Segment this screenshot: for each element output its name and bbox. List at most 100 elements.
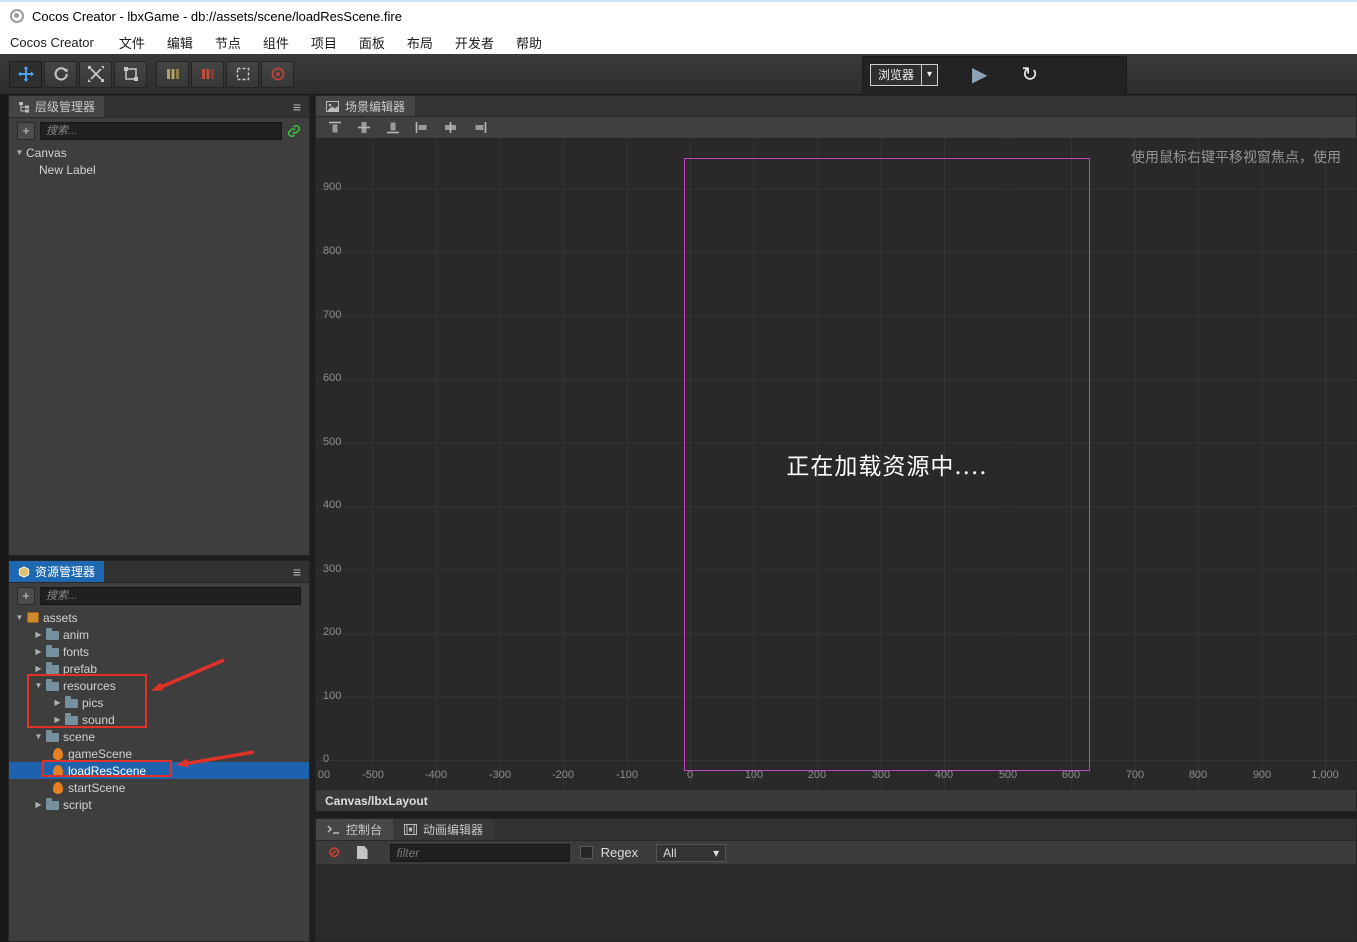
expand-arrow-icon[interactable] [32,664,45,673]
asset-row-scene[interactable]: scene [9,728,309,745]
align-left-icon[interactable] [415,121,429,134]
expand-arrow-icon[interactable] [32,630,45,639]
assets-search-input[interactable] [40,587,301,605]
menu-item-layout[interactable]: 布局 [396,33,444,52]
rect-tool-button[interactable] [114,60,147,88]
scale-tool-icon [87,66,104,82]
folder-icon [46,662,59,674]
folder-icon [65,713,78,725]
expand-arrow-icon[interactable] [51,698,64,707]
menu-item-project[interactable]: 项目 [300,33,348,52]
log-type-value: All [663,845,677,860]
ruler-label: -400 [424,769,448,781]
mode-tool-group [156,60,294,88]
menu-item-cocos-creator[interactable]: Cocos Creator [0,35,108,50]
anchor-mode-button[interactable] [191,60,224,88]
scene-editor-icon [326,100,339,112]
asset-row-assets[interactable]: assets [9,609,309,626]
panel-menu-icon[interactable] [285,96,309,117]
expand-arrow-icon[interactable] [32,647,45,656]
link-icon[interactable] [287,124,301,138]
assets-search-row: + [9,583,309,609]
ruler-label: 500 [323,436,342,448]
align-top-icon[interactable] [328,121,342,134]
expand-arrow-icon[interactable] [32,681,45,690]
menu-item-file[interactable]: 文件 [108,33,156,52]
log-file-icon[interactable] [356,846,368,859]
asset-label: fonts [63,644,90,659]
align-right-icon[interactable] [473,121,487,134]
scale-tool-button[interactable] [79,60,112,88]
scene-breadcrumb-bar: Canvas/lbxLayout [316,789,1356,811]
console-output[interactable] [316,865,1356,941]
refresh-button[interactable] [1021,65,1038,85]
asset-row-loadresscene[interactable]: loadResScene [9,762,309,779]
move-tool-button[interactable] [9,60,42,88]
gizmo-tool-group [9,60,147,88]
menu-item-node[interactable]: 节点 [204,33,252,52]
ruler-label: 0 [323,753,330,765]
ruler-label: 300 [871,769,891,781]
hierarchy-node-canvas[interactable]: Canvas [9,144,309,161]
console-tab-bar: 控制台 动画编辑器 [316,819,1356,841]
asset-row-script[interactable]: script [9,796,309,813]
hierarchy-panel-header: 层级管理器 [9,96,309,118]
folder-icon [46,645,59,657]
canvas-fit-button[interactable] [226,60,259,88]
menu-item-edit[interactable]: 编辑 [156,33,204,52]
expand-arrow-icon[interactable] [13,613,26,622]
menu-item-component[interactable]: 组件 [252,33,300,52]
asset-row-fonts[interactable]: fonts [9,643,309,660]
scene-hint-text: 使用鼠标右键平移视窗焦点，使用 [1131,149,1341,165]
scene-canvas[interactable]: 正在加载资源中.... 使用鼠标右键平移视窗焦点，使用 900 800 700 … [316,139,1356,789]
regex-checkbox[interactable] [579,846,593,859]
menu-item-help[interactable]: 帮助 [505,33,553,52]
tab-scene-editor[interactable]: 场景编辑器 [316,96,416,116]
panel-menu-icon[interactable] [285,561,309,582]
asset-row-resources[interactable]: resources [9,677,309,694]
preview-browser-dropdown[interactable]: 浏览器 [870,63,939,86]
ruler-label: 300 [323,563,342,575]
asset-row-pics[interactable]: pics [9,694,309,711]
tab-console[interactable]: 控制台 [316,819,394,840]
hierarchy-node-new-label[interactable]: New Label [9,161,309,178]
asset-row-sound[interactable]: sound [9,711,309,728]
play-button[interactable] [972,65,987,85]
clear-console-icon[interactable] [328,845,341,860]
align-bottom-icon[interactable] [386,121,400,134]
ruler-label: 600 [1061,769,1081,781]
pivot-mode-button[interactable] [156,60,189,88]
ruler-label: 400 [323,499,342,511]
align-center-icon[interactable] [444,121,458,134]
add-asset-button[interactable]: + [17,587,35,605]
rect-tool-icon [123,67,138,81]
asset-row-startscene[interactable]: startScene [9,779,309,796]
align-middle-icon[interactable] [357,121,371,134]
rotate-tool-button[interactable] [44,60,77,88]
record-mode-button[interactable] [261,60,294,88]
expand-arrow-icon[interactable] [51,715,64,724]
menu-item-developer[interactable]: 开发者 [444,33,505,52]
hierarchy-search-input[interactable] [40,122,282,140]
asset-row-prefab[interactable]: prefab [9,660,309,677]
animation-tab-label: 动画编辑器 [423,823,484,837]
asset-row-gamescene[interactable]: gameScene [9,745,309,762]
console-filter-input[interactable] [389,843,570,862]
ruler-label: 100 [323,690,342,702]
log-type-select[interactable]: All [656,843,727,862]
tab-assets[interactable]: 资源管理器 [9,561,105,582]
asset-label: gameScene [68,746,133,761]
tab-animation-editor[interactable]: 动画编辑器 [393,819,495,840]
window-title: Cocos Creator - lbxGame - db://assets/sc… [32,8,402,24]
add-node-button[interactable]: + [17,122,35,140]
expand-arrow-icon[interactable] [13,148,26,157]
menu-item-panel[interactable]: 面板 [348,33,396,52]
expand-arrow-icon[interactable] [32,800,45,809]
tab-hierarchy[interactable]: 层级管理器 [9,96,105,117]
hierarchy-icon [19,101,29,112]
assets-root-icon [27,612,39,623]
asset-row-anim[interactable]: anim [9,626,309,643]
assets-panel-header: 资源管理器 [9,561,309,583]
expand-arrow-icon[interactable] [32,732,45,741]
ruler-label: 900 [323,181,342,193]
